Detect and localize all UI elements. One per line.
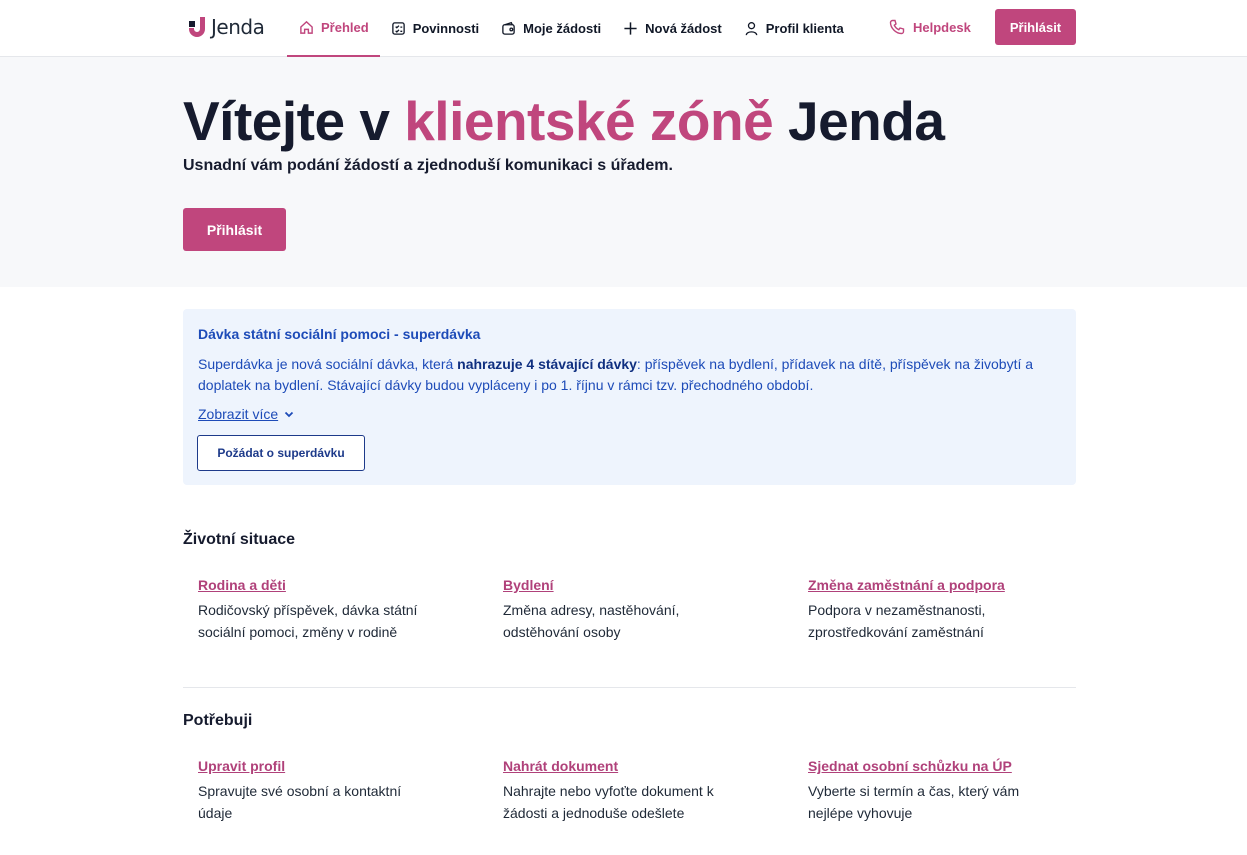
section-divider [183, 687, 1076, 688]
home-icon [300, 20, 313, 34]
jenda-logo[interactable]: Jenda [187, 14, 265, 40]
nav-label: Moje žádosti [523, 21, 602, 36]
phone-icon [889, 19, 905, 35]
info-title: Dávka státní sociální pomoci - superdávk… [198, 326, 481, 342]
card-description: Spravujte své osobní a kontaktní údaje [198, 783, 402, 821]
nav-label: Profil klienta [765, 21, 844, 36]
login-button-header[interactable]: Přihlásit [995, 9, 1076, 45]
card-description: Nahrajte nebo vyfoťte dokument k žádosti… [503, 783, 714, 821]
show-more-link[interactable]: Zobrazit více [198, 406, 295, 422]
top-header: Jenda Přehled Povinnosti Moje žádosti No… [0, 0, 1247, 57]
card-link-rodina-a-deti[interactable]: Rodina a děti [198, 577, 478, 593]
jenda-logo-icon [189, 17, 205, 37]
life-situation-card: Rodina a děti Rodičovský příspěvek, dávk… [198, 577, 478, 643]
card-link-nahrat-dokument[interactable]: Nahrát dokument [503, 758, 783, 774]
card-link-zmena-zamestnani[interactable]: Změna zaměstnání a podpora [808, 577, 1088, 593]
title-part: Jenda [773, 90, 945, 152]
need-card: Nahrát dokument Nahrajte nebo vyfoťte do… [503, 758, 783, 824]
nav-item-nova-zadost[interactable]: Nová žádost [612, 0, 733, 57]
card-description: Rodičovský příspěvek, dávka státní sociá… [198, 602, 418, 640]
helpdesk-link[interactable]: Helpdesk [889, 0, 971, 54]
nav-item-prehled[interactable]: Přehled [287, 0, 380, 57]
logo-text: Jenda [211, 15, 265, 39]
superdavka-info-box: Dávka státní sociální pomoci - superdávk… [183, 309, 1076, 485]
needs-title: Potřebuji [183, 712, 253, 729]
life-situation-card: Změna zaměstnání a podpora Podpora v nez… [808, 577, 1088, 643]
page-subtitle: Usnadní vám podání žádostí a zjednoduší … [183, 157, 673, 174]
card-link-bydleni[interactable]: Bydlení [503, 577, 783, 593]
nav-label: Přehled [321, 20, 369, 35]
info-text: Superdávka je nová sociální dávka, která… [198, 354, 1048, 396]
card-description: Vyberte si termín a čas, který vám nejlé… [808, 783, 1020, 821]
need-card: Upravit profil Spravujte své osobní a ko… [198, 758, 478, 824]
nav-label: Povinnosti [412, 21, 480, 36]
info-text-bold: nahrazuje 4 stávající dávky [457, 356, 637, 372]
apply-superdavka-button[interactable]: Požádat o superdávku [197, 435, 365, 471]
life-situations-title: Životní situace [183, 531, 296, 548]
title-part: Vítejte v [183, 90, 405, 152]
card-link-upravit-profil[interactable]: Upravit profil [198, 758, 478, 774]
main-nav: Přehled Povinnosti Moje žádosti Nová žád… [287, 0, 855, 57]
life-situation-card: Bydlení Změna adresy, nastěhování, odstě… [503, 577, 783, 643]
need-card: Sjednat osobní schůzku na ÚP Vyberte si … [808, 758, 1088, 824]
login-button-hero[interactable]: Přihlásit [183, 208, 286, 251]
helpdesk-label: Helpdesk [913, 19, 971, 35]
page-title: Vítejte v klientské zóně Jenda [183, 89, 945, 153]
wallet-icon [502, 21, 515, 35]
show-more-label: Zobrazit více [198, 406, 279, 422]
info-text-part: Superdávka je nová sociální dávka, která [198, 356, 458, 372]
nav-item-profil-klienta[interactable]: Profil klienta [733, 0, 855, 57]
clipboard-icon [391, 22, 405, 35]
title-accent: klientské zóně [404, 90, 774, 152]
hero-section: Vítejte v klientské zóně Jenda Usnadní v… [0, 57, 1247, 287]
nav-item-moje-zadosti[interactable]: Moje žádosti [490, 0, 612, 57]
chevron-down-icon [285, 411, 294, 418]
user-icon [745, 22, 758, 36]
nav-item-povinnosti[interactable]: Povinnosti [380, 0, 490, 57]
nav-label: Nová žádost [645, 21, 722, 36]
plus-icon [624, 22, 637, 35]
card-link-sjednat-schuzku[interactable]: Sjednat osobní schůzku na ÚP [808, 758, 1088, 774]
card-description: Podpora v nezaměstnanosti, zprostředková… [808, 602, 986, 640]
card-description: Změna adresy, nastěhování, odstěhování o… [503, 602, 680, 640]
